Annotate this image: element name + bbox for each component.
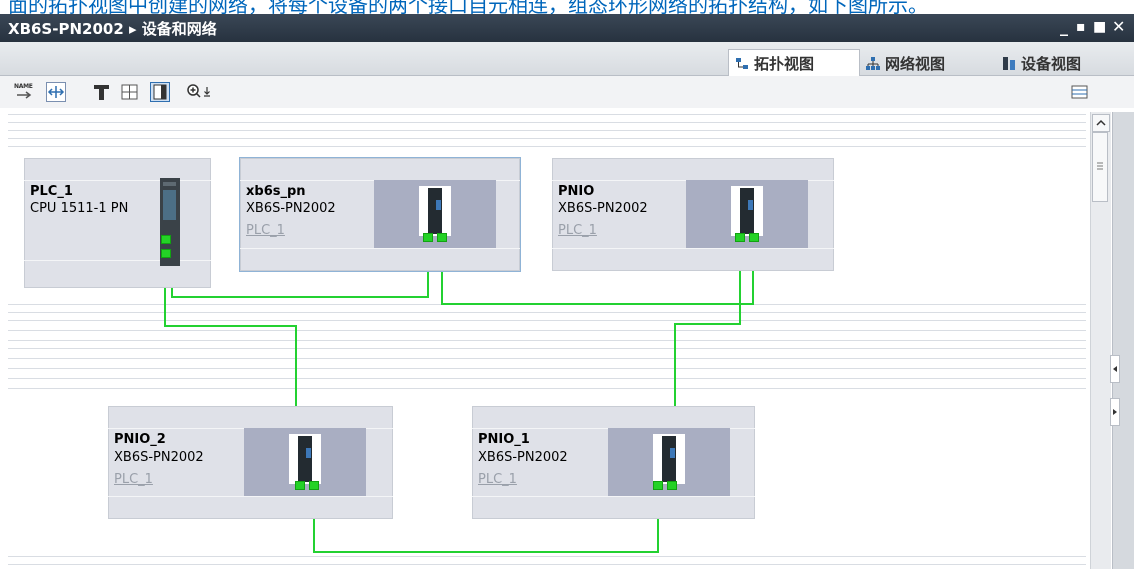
scroll-up-button[interactable] [1092, 114, 1110, 132]
device-name: PNIO_2 [114, 432, 166, 447]
xb6s-port-2[interactable] [437, 233, 447, 242]
grid-icon [121, 84, 138, 100]
expand-pane-button[interactable] [1110, 355, 1120, 383]
device-type: CPU 1511-1 PN [30, 201, 129, 216]
window-title-bar: XB6S-PN2002 ▸ 设备和网络 _ ▪ ■ ✕ [0, 14, 1134, 42]
overview-icon [153, 84, 167, 100]
caption-text-strip: 面的拓扑视图中创建的网络，将每个设备的两个接口自元相连，组态环形网络的拓扑结构，… [0, 0, 1134, 14]
device-xb6s-pn[interactable]: xb6s_pn XB6S-PN2002 PLC_1 [239, 157, 521, 272]
tab-device-view[interactable]: 设备视图 [1002, 50, 1132, 74]
xb6s-port-1[interactable] [423, 233, 433, 242]
panel-icon [94, 85, 109, 100]
minimize-button[interactable]: _ [1060, 17, 1068, 36]
scroll-thumb[interactable] [1092, 132, 1108, 202]
tab-topology-label: 拓扑视图 [754, 55, 815, 73]
close-button[interactable]: ✕ [1112, 17, 1125, 36]
toolbar: NAME [0, 76, 1134, 108]
tab-topology-view[interactable]: 拓扑视图 [728, 49, 860, 76]
device-plc-1[interactable]: PLC_1 CPU 1511-1 PN [24, 158, 211, 288]
network-view-icon [866, 57, 880, 70]
device-name: PLC_1 [30, 184, 73, 199]
pnio2-port-1[interactable] [295, 481, 305, 490]
device-plc-link[interactable]: PLC_1 [478, 472, 517, 487]
show-names-button[interactable]: NAME [14, 82, 34, 102]
device-name: xb6s_pn [246, 184, 306, 199]
vertical-scrollbar[interactable] [1090, 112, 1111, 569]
switch-module-icon [298, 436, 312, 482]
device-image [244, 428, 366, 496]
device-image [686, 180, 808, 248]
show-panel-button[interactable] [92, 82, 112, 102]
zoom-button[interactable] [186, 82, 216, 102]
maximize-button[interactable]: ■ [1093, 19, 1106, 35]
tab-device-label: 设备视图 [1021, 55, 1082, 73]
device-type: XB6S-PN2002 [558, 201, 648, 216]
pnio1-port-1[interactable] [653, 481, 663, 490]
pnio1-port-2[interactable] [667, 481, 677, 490]
device-plc-link[interactable]: PLC_1 [114, 472, 153, 487]
view-tab-bar: 拓扑视图 网络视图 设备视图 [0, 42, 1134, 76]
restore-button[interactable]: ▪ [1076, 19, 1086, 35]
device-type: XB6S-PN2002 [478, 450, 568, 465]
switch-module-icon [428, 188, 442, 234]
switch-module-icon [740, 188, 754, 234]
window-title: XB6S-PN2002 ▸ 设备和网络 [8, 20, 217, 38]
device-type: XB6S-PN2002 [246, 201, 336, 216]
fit-width-icon [47, 86, 65, 98]
device-plc-link[interactable]: PLC_1 [246, 223, 285, 238]
tab-network-view[interactable]: 网络视图 [866, 50, 994, 74]
pnio2-port-2[interactable] [309, 481, 319, 490]
plc1-port-2[interactable] [161, 249, 171, 258]
overview-button[interactable] [150, 82, 170, 102]
device-name: PNIO [558, 184, 595, 199]
device-view-icon [1003, 57, 1015, 70]
chevron-up-icon [1096, 119, 1106, 126]
chevron-right-icon [1113, 409, 1117, 415]
device-pnio-2[interactable]: PNIO_2 XB6S-PN2002 PLC_1 [108, 406, 393, 519]
collapsed-task-pane[interactable] [1112, 112, 1134, 569]
device-image [374, 180, 496, 248]
toggle-table-button[interactable] [1070, 82, 1090, 102]
name-arrow-icon [17, 91, 32, 99]
pnio-port-1[interactable] [735, 233, 745, 242]
caption-text: 面的拓扑视图中创建的网络，将每个设备的两个接口自元相连，组态环形网络的拓扑结构，… [8, 0, 928, 14]
device-pnio-1[interactable]: PNIO_1 XB6S-PN2002 PLC_1 [472, 406, 755, 519]
name-icon: NAME [14, 83, 33, 90]
chevron-left-icon [1113, 366, 1117, 372]
plc1-port-1[interactable] [161, 235, 171, 244]
table-view-icon [1071, 85, 1088, 99]
grid-button[interactable] [120, 82, 140, 102]
device-plc-link[interactable]: PLC_1 [558, 223, 597, 238]
topology-view-icon [736, 58, 748, 69]
collapse-pane-button[interactable] [1110, 398, 1120, 426]
zoom-in-icon [187, 84, 210, 98]
device-pnio[interactable]: PNIO XB6S-PN2002 PLC_1 [552, 158, 834, 271]
pnio-port-2[interactable] [749, 233, 759, 242]
device-type: XB6S-PN2002 [114, 450, 204, 465]
switch-module-icon [662, 436, 676, 482]
device-name: PNIO_1 [478, 432, 530, 447]
fit-width-button[interactable] [46, 82, 66, 102]
tab-network-label: 网络视图 [885, 55, 946, 73]
grip-icon [1097, 162, 1103, 170]
topology-canvas[interactable]: PLC_1 CPU 1511-1 PN xb6s_pn XB6S-PN2002 … [8, 108, 1086, 569]
